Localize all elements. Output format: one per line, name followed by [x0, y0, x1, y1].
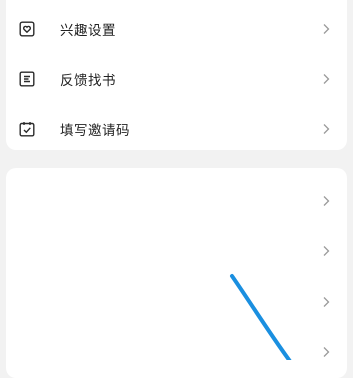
menu-item-label: 兴趣设置 — [60, 23, 116, 39]
chevron-right-icon — [320, 195, 332, 207]
menu-item-feedback-find-book[interactable]: 反馈找书 — [6, 54, 347, 104]
settings-card-bottom — [6, 168, 347, 378]
chevron-right-icon — [320, 123, 332, 135]
chevron-right-icon — [320, 23, 332, 35]
chevron-right-icon — [320, 73, 332, 85]
check-clipboard-icon — [19, 121, 35, 137]
menu-item-row[interactable] — [6, 226, 347, 276]
menu-item-invite-code[interactable]: 填写邀请码 — [6, 104, 347, 154]
chevron-right-icon — [320, 346, 332, 358]
menu-item-row[interactable] — [6, 277, 347, 327]
menu-item-row[interactable] — [6, 327, 347, 377]
list-doc-icon — [19, 71, 35, 87]
settings-card-top: 兴趣设置 反馈找书 填写邀请码 — [6, 0, 347, 150]
chevron-right-icon — [320, 296, 332, 308]
menu-item-label: 反馈找书 — [60, 73, 116, 89]
menu-item-row[interactable] — [6, 176, 347, 226]
heart-box-icon — [19, 21, 35, 37]
menu-item-interest-settings[interactable]: 兴趣设置 — [6, 4, 347, 54]
menu-item-label: 填写邀请码 — [60, 123, 130, 139]
chevron-right-icon — [320, 245, 332, 257]
